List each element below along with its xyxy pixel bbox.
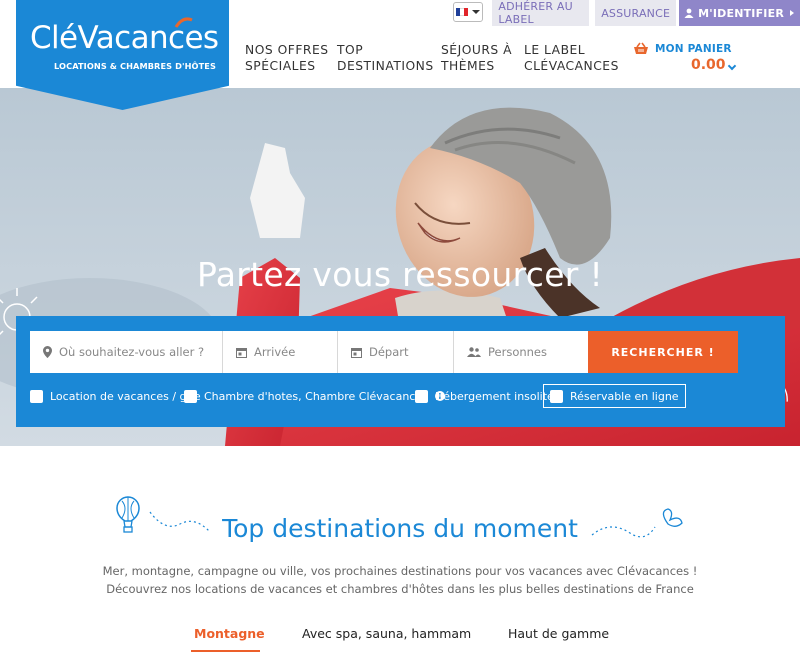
nav-special-offers-line1: NOS OFFRES (245, 43, 329, 57)
site-header: CléVacances LOCATIONS & CHAMBRES D'HÔTES… (0, 0, 800, 110)
login-label: M'IDENTIFIER (698, 6, 784, 20)
persons-placeholder: Personnes (488, 345, 547, 359)
section-description-line1: Mer, montagne, campagne ou ville, vos pr… (102, 564, 698, 578)
arrival-placeholder: Arrivée (254, 345, 296, 359)
destination-tabs: Montagne Avec spa, sauna, hammam Haut de… (0, 626, 800, 657)
search-panel: Où souhaitez-vous aller ? Arrivée Départ… (16, 316, 785, 427)
checkbox[interactable] (550, 389, 563, 403)
filter-vacation-rental[interactable]: Location de vacances / gîte (30, 386, 201, 406)
nav-label-line1: LE LABEL (524, 43, 586, 57)
departure-date-input[interactable]: Départ (338, 331, 454, 373)
location-pin-icon (43, 346, 52, 358)
language-selector[interactable] (453, 2, 484, 22)
filter-guest-house[interactable]: Chambre d'hotes, Chambre Clévacances i (184, 386, 445, 406)
nav-special-offers[interactable]: NOS OFFRES SPÉCIALES (245, 42, 329, 74)
arrow-right-icon (790, 10, 794, 16)
users-icon (467, 347, 481, 357)
top-utility-bar: ADHÉRER AU LABEL ASSURANCE M'IDENTIFIER (453, 0, 800, 26)
basket-icon (634, 42, 648, 54)
chevron-down-icon (727, 61, 737, 71)
nav-special-offers-line2: SPÉCIALES (245, 59, 316, 73)
calendar-icon (236, 347, 247, 358)
cart-label: MON PANIER (655, 43, 732, 55)
filter-vacation-rental-label: Location de vacances / gîte (50, 389, 201, 403)
chevron-down-icon (472, 10, 481, 14)
nav-top-destinations-line1: TOP (337, 43, 364, 57)
filter-unusual-lodging[interactable]: Hébergement insolite (415, 386, 554, 406)
logo-subtitle: LOCATIONS & CHAMBRES D'HÔTES (54, 61, 216, 71)
logo-accent-icon (174, 17, 193, 28)
nav-label-line2: CLÉVACANCES (524, 59, 619, 73)
insurance-link[interactable]: ASSURANCE (595, 0, 677, 26)
checkbox[interactable] (184, 389, 197, 403)
tab-luxury[interactable]: Haut de gamme (508, 626, 609, 641)
persons-input[interactable]: Personnes (454, 331, 588, 373)
nav-theme-stays[interactable]: SÉJOURS À THÈMES (441, 42, 512, 74)
destination-placeholder: Où souhaitez-vous aller ? (59, 345, 205, 359)
login-button[interactable]: M'IDENTIFIER (679, 0, 800, 26)
french-flag-icon (456, 8, 469, 16)
active-tab-indicator (191, 650, 260, 652)
user-icon (684, 8, 694, 18)
nav-label[interactable]: LE LABEL CLÉVACANCES (524, 42, 619, 74)
checkbox[interactable] (415, 389, 428, 403)
filter-unusual-lodging-label: Hébergement insolite (435, 389, 554, 403)
tab-spa[interactable]: Avec spa, sauna, hammam (302, 626, 471, 641)
filter-bookable-online[interactable]: Réservable en ligne (543, 384, 686, 408)
nav-theme-stays-line1: SÉJOURS À (441, 43, 513, 57)
filter-bookable-online-label: Réservable en ligne (570, 389, 679, 403)
cart-button[interactable]: MON PANIER 0.00 (633, 42, 748, 76)
arrival-date-input[interactable]: Arrivée (223, 331, 338, 373)
departure-placeholder: Départ (369, 345, 409, 359)
section-description: Mer, montagne, campagne ou ville, vos pr… (0, 562, 800, 598)
cart-amount: 0.00 (691, 57, 726, 73)
checkbox[interactable] (30, 389, 43, 403)
section-title: Top destinations du moment (222, 514, 578, 543)
nav-theme-stays-line2: THÈMES (441, 59, 495, 73)
nav-top-destinations[interactable]: TOP DESTINATIONS (337, 42, 434, 74)
section-description-line2: Découvrez nos locations de vacances et c… (106, 582, 694, 596)
calendar-icon (351, 347, 362, 358)
tab-montagne[interactable]: Montagne (194, 626, 265, 641)
search-button[interactable]: RECHERCHER ! (588, 331, 738, 373)
filter-guest-house-label: Chambre d'hotes, Chambre Clévacances (204, 389, 428, 403)
hero-title: Partez vous ressourcer ! (197, 255, 603, 294)
join-label-link[interactable]: ADHÉRER AU LABEL (492, 0, 590, 26)
nav-top-destinations-line2: DESTINATIONS (337, 59, 434, 73)
destination-input[interactable]: Où souhaitez-vous aller ? (30, 331, 223, 373)
